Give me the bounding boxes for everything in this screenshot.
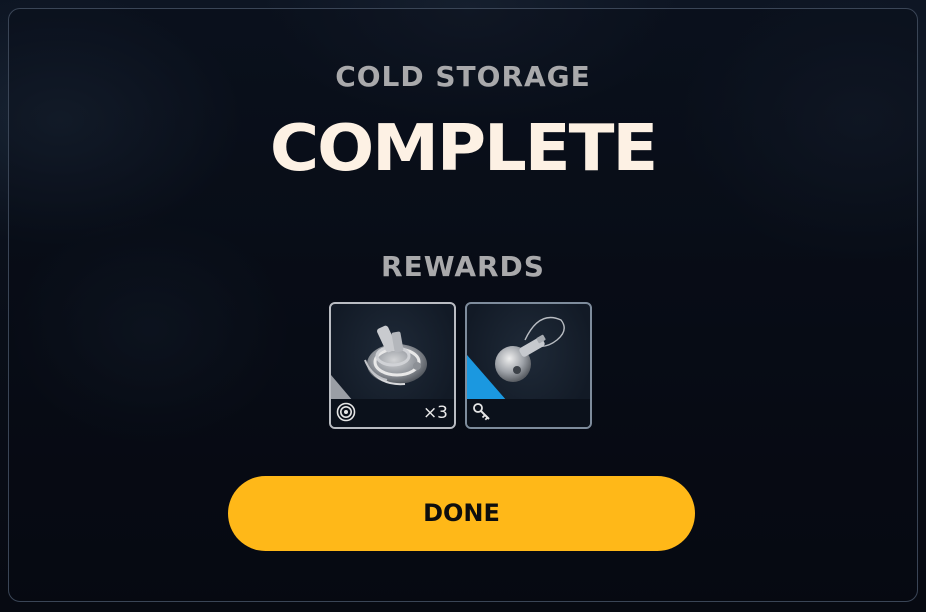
reward-card-1[interactable]: ×3: [329, 302, 456, 429]
reward-quantity: ×3: [422, 403, 448, 423]
reward-card-footer: ×3: [331, 399, 454, 427]
mission-subtitle: COLD STORAGE: [335, 60, 591, 93]
rarity-corner: [331, 375, 353, 401]
reward-card-2[interactable]: [465, 302, 592, 429]
done-button[interactable]: DONE: [228, 476, 695, 551]
mission-status-title: COMPLETE: [269, 112, 658, 186]
key-icon: [473, 403, 490, 421]
mechanical-part-icon: [364, 325, 427, 386]
target-icon: [336, 402, 356, 422]
rewards-heading: REWARDS: [381, 250, 545, 283]
reward-screen: COLD STORAGE COMPLETE REWARDS ×3 DONE: [0, 0, 926, 612]
rarity-corner: [467, 355, 507, 401]
reward-card-footer: [467, 399, 590, 427]
